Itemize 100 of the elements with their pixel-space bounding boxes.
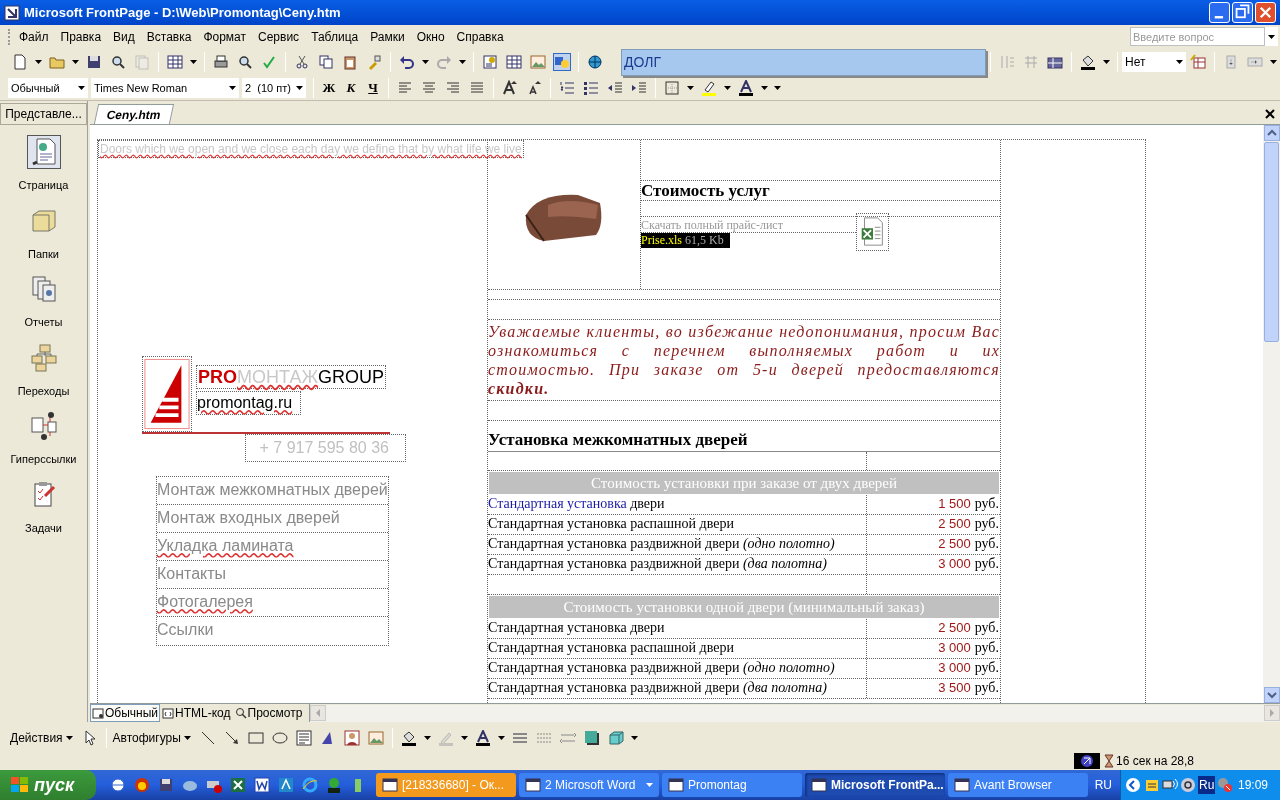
document-icon[interactable] bbox=[254, 777, 270, 793]
taskbar-button[interactable]: Promontag bbox=[662, 773, 802, 797]
dropdown-caret-icon[interactable] bbox=[1268, 34, 1275, 39]
justify-icon[interactable] bbox=[469, 80, 485, 96]
nav-link[interactable]: Фотогалерея bbox=[157, 589, 388, 617]
dropdown-caret-icon[interactable] bbox=[78, 86, 85, 90]
font-dropdown[interactable]: Times New Roman bbox=[91, 78, 239, 98]
arrow-icon[interactable] bbox=[223, 730, 240, 746]
more-caret-icon[interactable] bbox=[630, 736, 638, 740]
more-caret-icon[interactable] bbox=[774, 86, 781, 90]
fill-color-dropdown[interactable]: Нет bbox=[1122, 52, 1186, 72]
scrollbar-thumb[interactable] bbox=[1264, 142, 1279, 342]
nav-link[interactable]: Ссылки bbox=[157, 617, 388, 645]
menu-item[interactable]: Рамки bbox=[364, 27, 411, 46]
clip-art-icon[interactable] bbox=[343, 730, 360, 746]
menu-item[interactable]: Правка bbox=[54, 27, 108, 46]
bold-button[interactable]: Ж bbox=[318, 78, 340, 98]
caret-icon[interactable] bbox=[460, 736, 468, 740]
font-color-icon[interactable] bbox=[738, 80, 754, 96]
taskbar-button[interactable]: 2 Microsoft Word bbox=[519, 773, 659, 797]
language-indicator[interactable]: RU bbox=[1094, 776, 1112, 794]
align-center-icon[interactable] bbox=[421, 80, 437, 96]
help-question-field[interactable]: Введите вопрос bbox=[1130, 27, 1265, 46]
browser-e-icon[interactable] bbox=[302, 777, 318, 793]
nav-link[interactable]: Укладка ламината bbox=[157, 533, 388, 561]
view-tab[interactable]: Обычный bbox=[90, 704, 161, 722]
chevron-left-icon[interactable] bbox=[1125, 777, 1141, 793]
floppy-icon[interactable] bbox=[158, 777, 174, 793]
taskbar-button[interactable]: Microsoft FrontPa... bbox=[805, 773, 945, 797]
borders-icon[interactable] bbox=[664, 80, 680, 96]
font-color-icon[interactable] bbox=[474, 730, 491, 746]
paint-bucket-icon[interactable] bbox=[400, 730, 417, 746]
flame-icon[interactable] bbox=[134, 777, 150, 793]
indent-icon[interactable] bbox=[631, 80, 647, 96]
scissors-icon[interactable] bbox=[294, 54, 310, 70]
dropdown-caret-icon[interactable] bbox=[183, 736, 191, 740]
view-item[interactable]: Отчеты bbox=[3, 272, 84, 331]
view-item[interactable]: Страница bbox=[3, 135, 84, 194]
maximize-button[interactable] bbox=[1232, 2, 1253, 23]
view-item[interactable]: Переходы bbox=[3, 340, 84, 399]
copy-icon[interactable] bbox=[318, 54, 334, 70]
style-dropdown[interactable]: Обычный bbox=[8, 78, 88, 98]
clipboard-icon[interactable] bbox=[1144, 777, 1160, 793]
view-item[interactable]: Папки bbox=[3, 203, 84, 262]
italic-button[interactable]: К bbox=[340, 78, 362, 98]
caret-icon[interactable] bbox=[422, 60, 429, 64]
undo-icon[interactable] bbox=[399, 54, 415, 70]
view-item[interactable]: Гиперссылки bbox=[3, 409, 84, 468]
align-right-icon[interactable] bbox=[445, 80, 461, 96]
menu-item[interactable]: Вид bbox=[107, 27, 141, 46]
view-tab[interactable]: HTML-код bbox=[160, 704, 233, 722]
underline-button[interactable]: Ч bbox=[362, 78, 384, 98]
caret-icon[interactable] bbox=[423, 736, 431, 740]
autoshapes-menu-button[interactable]: Автофигуры bbox=[110, 729, 196, 747]
align-left-icon[interactable] bbox=[397, 80, 413, 96]
more-caret-icon[interactable] bbox=[1270, 60, 1277, 64]
caret-icon[interactable] bbox=[687, 86, 694, 90]
menu-item[interactable]: Вставка bbox=[140, 27, 198, 46]
spreadsheet-icon[interactable] bbox=[230, 777, 246, 793]
oval-icon[interactable] bbox=[271, 730, 288, 746]
service-link[interactable]: Стандартная установка bbox=[488, 496, 627, 511]
nav-link[interactable]: Монтаж межкомнатных дверей bbox=[157, 477, 388, 505]
rectangle-icon[interactable] bbox=[247, 730, 264, 746]
caret-icon[interactable] bbox=[497, 736, 505, 740]
dropdown-caret-icon[interactable] bbox=[65, 736, 73, 740]
table-autoformat-icon[interactable] bbox=[1190, 54, 1206, 70]
caret-icon[interactable] bbox=[724, 86, 731, 90]
browser-icon[interactable] bbox=[278, 777, 294, 793]
actions-menu-button[interactable]: Действия bbox=[8, 729, 78, 747]
dropdown-caret-icon[interactable] bbox=[1176, 60, 1183, 64]
spreadsheet-file-icon[interactable] bbox=[856, 213, 889, 251]
clipboard-icon[interactable] bbox=[342, 54, 358, 70]
bulleted-list-icon[interactable] bbox=[583, 80, 599, 96]
caret-icon[interactable] bbox=[761, 86, 768, 90]
menu-item[interactable]: Формат bbox=[197, 27, 253, 46]
printer-icon[interactable] bbox=[213, 54, 229, 70]
font-grow-icon[interactable] bbox=[502, 80, 518, 96]
caret-icon[interactable] bbox=[459, 60, 466, 64]
new-page-icon[interactable] bbox=[12, 54, 28, 70]
keyboard-layout-indicator[interactable]: Ru bbox=[1198, 776, 1216, 794]
print-preview-icon[interactable] bbox=[237, 54, 253, 70]
start-button[interactable]: пуск bbox=[0, 770, 96, 800]
search-icon[interactable] bbox=[110, 54, 126, 70]
dropdown-caret-icon[interactable] bbox=[296, 86, 303, 90]
menu-item[interactable]: Файл bbox=[13, 27, 55, 46]
minimize-button[interactable] bbox=[1209, 2, 1230, 23]
taskbar-button[interactable]: Avant Browser bbox=[948, 773, 1088, 797]
font-shrink-icon[interactable] bbox=[526, 80, 542, 96]
highlighter-icon[interactable] bbox=[701, 80, 717, 96]
picture-icon[interactable] bbox=[367, 730, 384, 746]
menu-item[interactable]: Сервис bbox=[252, 27, 306, 46]
menu-item[interactable]: Окно bbox=[410, 27, 451, 46]
outdent-icon[interactable] bbox=[607, 80, 623, 96]
shapes-icon[interactable] bbox=[554, 54, 570, 70]
text-box-icon[interactable] bbox=[295, 730, 312, 746]
numbered-list-icon[interactable] bbox=[559, 80, 575, 96]
file-link[interactable]: Prise.xls bbox=[641, 233, 682, 247]
table-fill-icon[interactable] bbox=[1047, 54, 1063, 70]
menu-item[interactable]: Таблица bbox=[305, 27, 365, 46]
paint-bucket-icon[interactable] bbox=[1080, 54, 1096, 70]
